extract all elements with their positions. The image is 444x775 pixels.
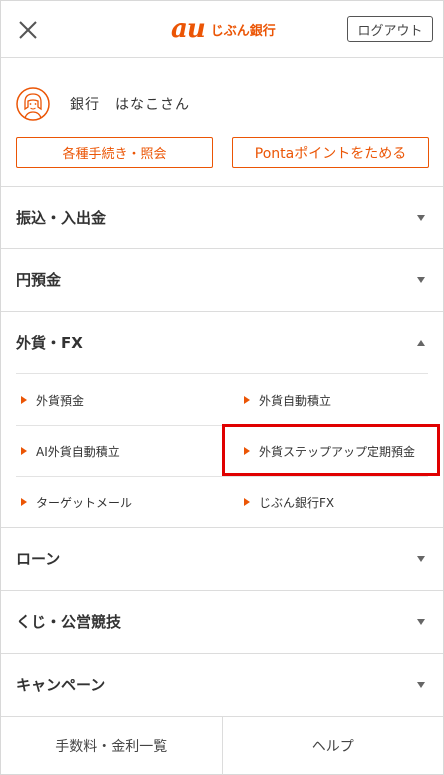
menu-item-lottery[interactable]: くじ・公営競技 <box>1 590 443 652</box>
menu-item-loan[interactable]: ローン <box>1 527 443 589</box>
sub-item-fx-deposit[interactable]: 外貨預金 <box>16 375 222 425</box>
menu-item-label: 振込・入出金 <box>16 209 107 227</box>
sub-item-ai-fx-auto-saving[interactable]: AI外貨自動積立 <box>16 426 222 476</box>
header: au じぶん銀行 ログアウト <box>1 1 443 58</box>
highlight-box <box>222 424 440 476</box>
sub-item-jibun-fx[interactable]: じぶん銀行FX <box>239 477 429 527</box>
triangle-right-icon <box>21 396 27 404</box>
menu-item-transfer[interactable]: 振込・入出金 <box>1 186 443 248</box>
help-button[interactable]: ヘルプ <box>221 717 444 775</box>
chevron-down-icon <box>417 681 425 688</box>
menu-item-yen-deposit[interactable]: 円預金 <box>1 248 443 310</box>
triangle-right-icon <box>21 447 27 455</box>
menu-item-campaign[interactable]: キャンペーン <box>1 653 443 715</box>
ponta-points-button[interactable]: Pontaポイントをためる <box>232 137 429 168</box>
user-avatar-icon <box>16 87 50 121</box>
logo-au-mark: au <box>171 14 206 44</box>
app-frame: au じぶん銀行 ログアウト 銀行 はなこさん 各種手続き・照会 Pontaポイ… <box>0 0 444 775</box>
menu-item-label: くじ・公営競技 <box>16 613 122 631</box>
user-row: 銀行 はなこさん <box>16 87 190 121</box>
sub-item-label: ターゲットメール <box>36 495 133 510</box>
menu-item-label: キャンペーン <box>16 676 106 694</box>
sub-item-fx-auto-saving[interactable]: 外貨自動積立 <box>239 375 429 425</box>
close-icon <box>19 21 37 39</box>
logout-button[interactable]: ログアウト <box>347 16 433 42</box>
procedures-button[interactable]: 各種手続き・照会 <box>16 137 213 168</box>
chevron-down-icon <box>417 618 425 625</box>
menu-item-label: 外貨・FX <box>16 334 83 352</box>
fees-rates-button[interactable]: 手数料・金利一覧 <box>1 717 222 775</box>
chevron-down-icon <box>417 555 425 562</box>
logo: au じぶん銀行 <box>171 13 276 45</box>
user-name: 銀行 はなこさん <box>70 97 190 113</box>
chevron-up-icon <box>417 339 425 346</box>
menu-item-label: ローン <box>16 550 61 568</box>
sub-item-label: AI外貨自動積立 <box>36 444 120 459</box>
sub-item-target-mail[interactable]: ターゲットメール <box>16 477 222 527</box>
logo-bank-name: じぶん銀行 <box>210 23 276 39</box>
menu-item-fx[interactable]: 外貨・FX <box>1 311 443 373</box>
chevron-down-icon <box>417 214 425 221</box>
triangle-right-icon <box>244 498 250 506</box>
close-button[interactable] <box>13 15 43 45</box>
footer: 手数料・金利一覧 ヘルプ <box>1 716 443 775</box>
sub-item-label: 外貨預金 <box>36 393 85 408</box>
triangle-right-icon <box>21 498 27 506</box>
triangle-right-icon <box>244 396 250 404</box>
menu-item-label: 円預金 <box>16 271 62 289</box>
divider <box>16 373 428 374</box>
sub-item-label: 外貨自動積立 <box>259 393 332 408</box>
chevron-down-icon <box>417 276 425 283</box>
sub-item-label: じぶん銀行FX <box>259 495 335 510</box>
